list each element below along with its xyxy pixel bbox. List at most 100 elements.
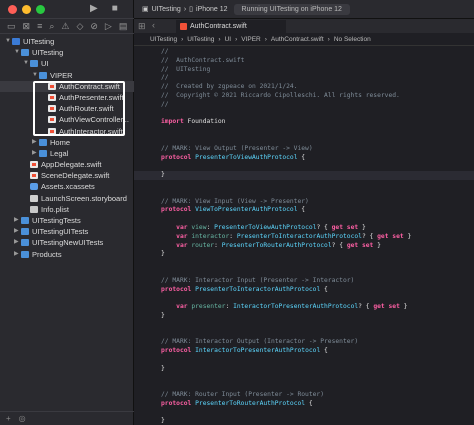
- tree-row-label: Info.plist: [41, 204, 69, 214]
- chevron-right-icon[interactable]: ▶: [14, 215, 19, 226]
- chevron-right-icon: ›: [235, 36, 238, 43]
- add-icon[interactable]: +: [6, 414, 11, 423]
- code-token: // Created by zgpeace on 2021/1/24.: [161, 83, 298, 91]
- code-line: protocol PresenterToViewAuthProtocol {: [134, 154, 474, 163]
- jumpbar-segment[interactable]: UITesting: [150, 36, 177, 43]
- chevron-right-icon[interactable]: ▶: [32, 148, 37, 159]
- code-line: }: [134, 250, 474, 259]
- warning-icon[interactable]: ⚠: [61, 21, 69, 31]
- tree-row[interactable]: ▼ UITesting: [0, 47, 134, 58]
- code-line: // AuthContract.swift: [134, 57, 474, 66]
- code-token: // MARK: Interactor Input (Presenter -> …: [161, 276, 355, 284]
- chevron-down-icon[interactable]: ▼: [23, 58, 29, 69]
- chevron-right-icon[interactable]: ▶: [14, 226, 19, 237]
- jumpbar-segment[interactable]: VIPER: [241, 36, 261, 43]
- jumpbar-segment[interactable]: No Selection: [334, 36, 371, 43]
- search-icon[interactable]: ⌕: [49, 21, 54, 31]
- source-control-icon[interactable]: ⊠: [23, 21, 31, 31]
- tree-row[interactable]: SceneDelegate.swift: [0, 170, 134, 181]
- tree-row-label: SceneDelegate.swift: [41, 171, 110, 181]
- back-icon[interactable]: ‹: [152, 20, 155, 30]
- code-token: import: [161, 118, 184, 126]
- tree-row[interactable]: ▶ UITestingTests: [0, 215, 134, 226]
- source-editor: ▣ UITesting › ▯ iPhone 12 Running UITest…: [134, 0, 474, 425]
- code-token: {: [297, 206, 306, 214]
- tab-authcontract[interactable]: AuthContract.swift: [176, 20, 286, 33]
- code-token: {: [297, 153, 306, 161]
- chevron-right-icon[interactable]: ▶: [32, 137, 37, 148]
- chevron-right-icon[interactable]: ▶: [14, 249, 19, 260]
- folder-icon: [39, 71, 47, 79]
- swift-icon: [30, 161, 38, 169]
- device-name: iPhone 12: [196, 5, 228, 13]
- tree-row[interactable]: ▶ Legal: [0, 148, 134, 159]
- code-line: // MARK: Router Input (Presenter -> Rout…: [134, 391, 474, 400]
- code-line: var view: PresenterToViewAuthProtocol? {…: [134, 224, 474, 233]
- code-line: //: [134, 48, 474, 57]
- test-icon[interactable]: ◇: [76, 21, 83, 31]
- jump-bar: UITesting › UITesting › UI › VIPER › AuthContrac…: [134, 34, 474, 46]
- minimize-window-button[interactable]: [22, 5, 31, 14]
- code-token: }: [399, 303, 408, 311]
- chevron-right-icon[interactable]: ▶: [14, 237, 19, 248]
- code-token: //: [161, 100, 169, 108]
- chevron-down-icon[interactable]: ▼: [32, 70, 38, 81]
- scheme-selector[interactable]: ▣ UITesting › ▯ iPhone 12: [142, 5, 228, 14]
- run-icon[interactable]: ▶: [90, 3, 98, 14]
- tree-row[interactable]: AppDelegate.swift: [0, 159, 134, 170]
- code-area[interactable]: //// AuthContract.swift// UITesting//// …: [134, 48, 474, 425]
- folder-icon[interactable]: ▭: [7, 21, 16, 31]
- code-token: :: [206, 223, 215, 231]
- folder-icon: [30, 60, 38, 68]
- code-line: protocol PresenterToRouterAuthProtocol {: [134, 400, 474, 409]
- file-tree: ▼ UITesting ▼ UITesting ▼ UI ▼ VIPER AuthContrac…: [0, 36, 134, 260]
- tree-row-label: LaunchScreen.storyboard: [41, 193, 127, 203]
- debug-icon[interactable]: ⊘: [90, 21, 98, 31]
- tree-row[interactable]: ▶ UITestingNewUITests: [0, 237, 134, 248]
- tree-row[interactable]: ▼ UI: [0, 58, 134, 69]
- zoom-window-button[interactable]: [36, 5, 45, 14]
- code-token: }: [161, 364, 165, 372]
- tree-row[interactable]: LaunchScreen.storyboard: [0, 193, 134, 204]
- filter-icon[interactable]: ◎: [19, 414, 26, 423]
- code-token: protocol: [161, 153, 192, 161]
- symbol-icon[interactable]: ≡: [37, 21, 42, 31]
- tree-row[interactable]: ▶ UITestingUITests: [0, 226, 134, 237]
- jumpbar-segment[interactable]: AuthContract.swift: [271, 36, 324, 43]
- tree-row[interactable]: ▶ Products: [0, 249, 134, 260]
- tree-row[interactable]: Assets.xcassets: [0, 181, 134, 192]
- code-token: InteractorToPresenterAuthProtocol: [195, 347, 321, 355]
- tree-row[interactable]: Info.plist: [0, 204, 134, 215]
- grid-icon[interactable]: ⊞: [138, 21, 146, 32]
- folder-icon: [39, 149, 47, 157]
- code-token: get set: [331, 223, 359, 231]
- jumpbar-segment[interactable]: UITesting: [187, 36, 214, 43]
- tree-row-label: UITestingUITests: [32, 227, 89, 237]
- code-token: :: [225, 303, 234, 311]
- tree-row[interactable]: ▼ UITesting: [0, 36, 134, 47]
- chevron-down-icon[interactable]: ▼: [5, 36, 11, 47]
- breakpoint-icon[interactable]: ▷: [105, 21, 112, 31]
- stop-icon[interactable]: ■: [112, 3, 118, 14]
- code-token: ? {: [331, 241, 347, 249]
- report-icon[interactable]: ▤: [119, 21, 128, 31]
- code-token: interactor: [191, 232, 230, 240]
- code-token: }: [161, 311, 165, 319]
- code-token: ? {: [316, 223, 332, 231]
- close-window-button[interactable]: [8, 5, 17, 14]
- code-line: protocol InteractorToPresenterAuthProtoc…: [134, 347, 474, 356]
- tree-row[interactable]: ▼ VIPER: [0, 70, 134, 81]
- code-token: PresenterToViewAuthProtocol: [195, 153, 298, 161]
- code-line: // UITesting: [134, 66, 474, 75]
- chevron-down-icon[interactable]: ▼: [14, 47, 20, 58]
- jumpbar-segment[interactable]: UI: [225, 36, 232, 43]
- code-token: Foundation: [183, 118, 226, 126]
- tree-row[interactable]: ▶ Home: [0, 137, 134, 148]
